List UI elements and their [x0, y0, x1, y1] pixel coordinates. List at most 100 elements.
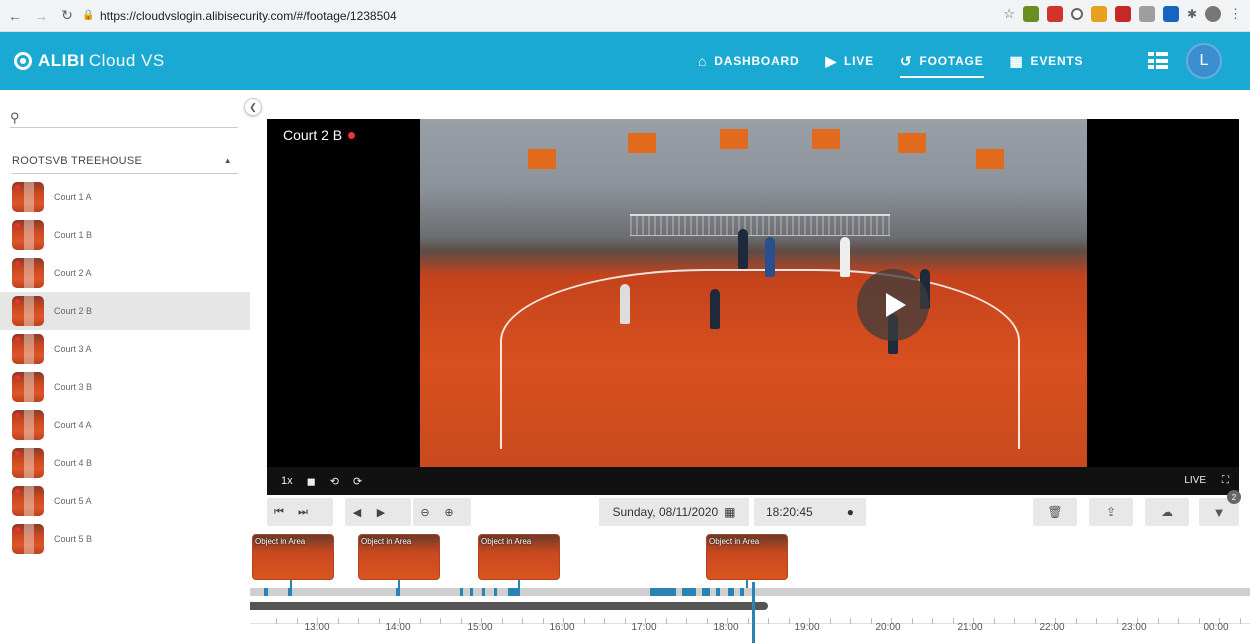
collapse-sidebar-button[interactable]: ❮ [244, 98, 262, 116]
brand-logo[interactable]: ALIBI Cloud VS [14, 32, 165, 90]
nav-footage[interactable]: ↺ FOOTAGE [899, 32, 984, 90]
playback-speed[interactable]: 1x [281, 475, 293, 487]
skip-start-icon[interactable]: ⏮ [267, 498, 291, 526]
time-picker[interactable]: 18:20:45 ● [754, 498, 866, 526]
share-button[interactable]: ⇪ [1089, 498, 1133, 526]
clip-nav-group: ⏮ ⏭ [267, 498, 333, 526]
player [710, 289, 720, 329]
camera-search[interactable]: ⚲ [10, 108, 238, 128]
event-mark[interactable] [728, 588, 734, 596]
event-mark[interactable] [494, 588, 497, 596]
step-forward-icon[interactable]: ▶ [369, 498, 393, 526]
camera-item[interactable]: Court 1 A [0, 178, 250, 216]
camera-item[interactable]: Court 2 A [0, 254, 250, 292]
delete-button[interactable]: 🗑 [1033, 498, 1077, 526]
extension-icon[interactable] [1138, 6, 1155, 22]
timeline-tick [1239, 618, 1241, 624]
camera-thumbnail [12, 220, 44, 250]
event-mark[interactable] [470, 588, 473, 596]
video-frame[interactable] [420, 119, 1087, 467]
play-button[interactable] [857, 269, 929, 341]
extension-icon[interactable] [1070, 8, 1083, 20]
timeline-tick [706, 618, 708, 624]
address-bar[interactable]: 🔒 https://cloudvslogin.alibisecurity.com… [82, 4, 942, 28]
zoom-in-icon[interactable]: ⊕ [437, 498, 461, 526]
fullscreen-icon[interactable]: ⛶ [1222, 475, 1229, 486]
event-mark[interactable] [740, 588, 744, 596]
browser-toolbar: ← → ↻ 🔒 https://cloudvslogin.alibisecuri… [0, 0, 1250, 32]
camera-item[interactable]: Court 4 B [0, 444, 250, 482]
recorded-range[interactable] [250, 602, 768, 610]
profile-icon[interactable] [1205, 6, 1221, 22]
camera-item[interactable]: Court 5 B [0, 520, 250, 558]
star-icon[interactable]: ☆ [1003, 6, 1015, 22]
camera-item[interactable]: Court 5 A [0, 482, 250, 520]
event-mark[interactable] [482, 588, 485, 596]
play-icon [886, 293, 906, 317]
camera-label: Court 3 B [54, 382, 93, 392]
extension-icon[interactable] [1090, 6, 1107, 22]
back-icon[interactable]: ← [4, 5, 26, 27]
camera-item[interactable]: Court 1 B [0, 216, 250, 254]
event-mark[interactable] [508, 588, 520, 596]
time-text: 18:20:45 [766, 505, 813, 519]
event-mark[interactable] [396, 588, 400, 596]
playhead[interactable] [752, 582, 755, 643]
event-mark[interactable] [650, 588, 676, 596]
camera-item[interactable]: Court 4 A [0, 406, 250, 444]
history-icon: ↺ [899, 52, 913, 69]
extension-icon[interactable] [1162, 6, 1179, 22]
menu-dots-icon[interactable]: ⋮ [1229, 6, 1242, 22]
camera-sidebar: ⚲ ROOTSVB TREEHOUSE ▲ Court 1 A Court 1 … [0, 90, 250, 643]
live-button[interactable]: LIVE [1184, 475, 1206, 486]
download-button[interactable]: ☁ [1145, 498, 1189, 526]
timeline-tick [1096, 618, 1097, 624]
event-thumbnail[interactable]: Object in Area [358, 534, 440, 580]
step-back-icon[interactable]: ◀ [345, 498, 369, 526]
site-group-header[interactable]: ROOTSVB TREEHOUSE ▲ [12, 148, 238, 174]
event-mark[interactable] [682, 588, 696, 596]
timeline[interactable]: Object in Area Object in Area Object in … [250, 530, 1250, 643]
event-track[interactable] [250, 588, 1250, 596]
player [738, 229, 748, 269]
timeline-tick [686, 618, 687, 624]
video-player[interactable]: Court 2 B 1x ◼ ⟲ ⟳ LIVE ⛶ [267, 119, 1239, 495]
timeline-tick [501, 618, 503, 624]
puzzle-icon[interactable]: ✱ [1187, 7, 1197, 21]
camera-item-selected[interactable]: Court 2 B [0, 292, 250, 330]
timeline-tick [542, 618, 544, 624]
event-mark[interactable] [702, 588, 710, 596]
zoom-group: ⊖ ⊕ [413, 498, 471, 526]
nav-dashboard[interactable]: ⌂ DASHBOARD [698, 32, 799, 90]
timeline-tick [1014, 618, 1015, 624]
event-mark[interactable] [288, 588, 292, 596]
layout-grid-icon[interactable] [1148, 52, 1168, 70]
extension-icon[interactable] [1046, 6, 1063, 22]
date-text: Sunday, 08/11/2020 [612, 505, 719, 519]
event-mark[interactable] [716, 588, 720, 596]
camera-item[interactable]: Court 3 A [0, 330, 250, 368]
nav-events[interactable]: ▦ EVENTS [1010, 32, 1084, 90]
user-avatar[interactable]: L [1186, 43, 1222, 79]
extension-icon[interactable] [1114, 6, 1131, 22]
nav-live[interactable]: ▶ LIVE [825, 32, 873, 90]
rewind-10-icon[interactable]: ⟲ [330, 475, 339, 488]
extension-icon[interactable] [1022, 6, 1039, 22]
event-mark[interactable] [264, 588, 268, 596]
event-thumbnail[interactable]: Object in Area [706, 534, 788, 580]
camera-snapshot-icon[interactable]: ◼ [307, 475, 316, 488]
timeline-tick [624, 618, 626, 624]
event-thumbnail[interactable]: Object in Area [252, 534, 334, 580]
forward-icon[interactable]: → [30, 5, 52, 27]
timeline-tick [583, 618, 585, 624]
event-thumbnail[interactable]: Object in Area [478, 534, 560, 580]
event-mark[interactable] [460, 588, 463, 596]
player [840, 237, 850, 277]
zoom-out-icon[interactable]: ⊖ [413, 498, 437, 526]
date-picker[interactable]: Sunday, 08/11/2020 ▦ [599, 498, 749, 526]
reload-icon[interactable]: ↻ [56, 5, 78, 27]
camera-item[interactable]: Court 3 B [0, 368, 250, 406]
skip-end-icon[interactable]: ⏭ [291, 498, 315, 526]
brand-name: ALIBI [38, 51, 85, 70]
forward-10-icon[interactable]: ⟳ [353, 475, 362, 488]
